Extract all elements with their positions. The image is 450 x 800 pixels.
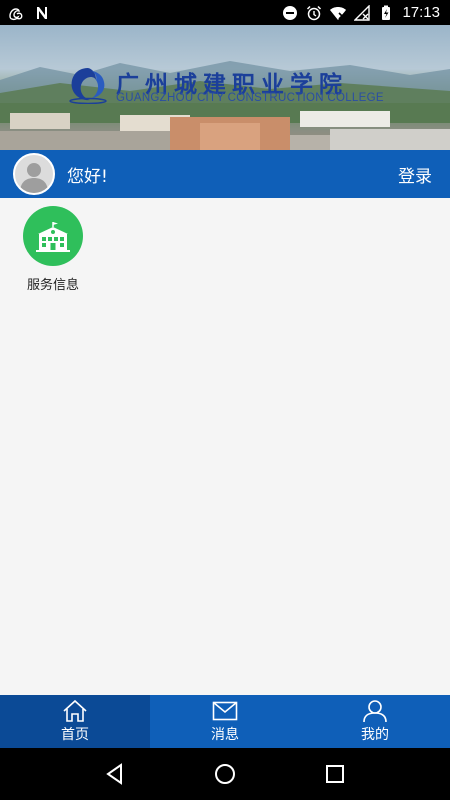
default-avatar-icon (20, 163, 48, 193)
home-circle-icon[interactable] (214, 763, 236, 785)
nav-mine[interactable]: 我的 (300, 695, 450, 748)
nav-messages[interactable]: 消息 (150, 695, 300, 748)
campus-banner: 广州城建职业学院 GUANGZHOU CITY CONSTRUCTION COL… (0, 25, 450, 150)
alarm-icon (306, 5, 322, 21)
college-name-english: GUANGZHOU CITY CONSTRUCTION COLLEGE (116, 92, 384, 104)
n-notification-icon (34, 5, 50, 21)
nav-home[interactable]: 首页 (0, 695, 150, 748)
main-content: 服务信息 (0, 198, 450, 695)
status-time: 17:13 (402, 4, 440, 21)
user-icon (363, 700, 387, 723)
login-button[interactable]: 登录 (398, 162, 432, 187)
battery-charging-icon (378, 5, 394, 21)
wifi-icon (330, 5, 347, 21)
recents-icon[interactable] (324, 763, 346, 785)
status-bar: 17:13 (0, 0, 450, 25)
no-signal-icon (354, 4, 371, 21)
mail-icon (212, 701, 238, 721)
app-tile-service-info[interactable]: 服务信息 (18, 206, 88, 293)
nav-mine-label: 我的 (361, 727, 389, 743)
uc-browser-icon (8, 5, 24, 21)
system-nav-bar (0, 748, 450, 800)
do-not-disturb-icon (282, 5, 298, 21)
avatar[interactable] (13, 153, 55, 195)
bottom-nav: 首页 消息 我的 (0, 695, 450, 748)
nav-messages-label: 消息 (211, 727, 239, 743)
nav-home-label: 首页 (61, 727, 89, 743)
home-icon (63, 699, 87, 722)
app-label: 服务信息 (26, 278, 79, 293)
school-building-icon (23, 206, 83, 266)
college-logo (66, 64, 110, 104)
back-icon[interactable] (104, 763, 126, 785)
greeting-text: 您好! (67, 166, 108, 187)
user-bar: 您好! 登录 (0, 150, 450, 198)
